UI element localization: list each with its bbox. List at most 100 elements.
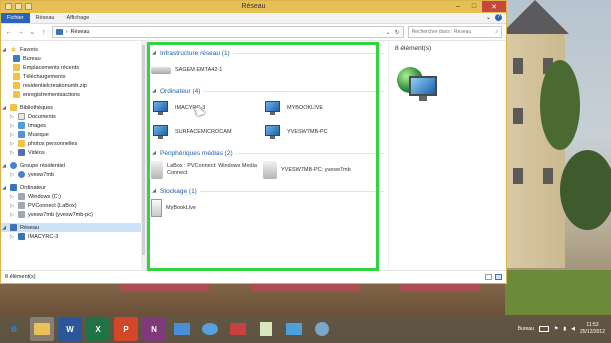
nav-item-recordings[interactable]: enregistrementsactions (1, 90, 146, 99)
network-tray-icon[interactable]: ▮ (563, 326, 566, 332)
nav-item-photos[interactable]: ▷ photos personnelles (1, 139, 146, 148)
group-header-infrastructure[interactable]: ◢ Infrastructure réseau (1) (151, 48, 384, 58)
minimize-button[interactable]: – (450, 1, 466, 12)
nav-item-videos[interactable]: ▷ Vidéos (1, 148, 146, 157)
nav-item-documents[interactable]: ▷ Documents (1, 112, 146, 121)
maximize-button[interactable]: □ (466, 1, 482, 12)
window-title: Réseau (241, 3, 266, 10)
file-explorer-icon[interactable] (30, 317, 54, 341)
status-item-count: 8 élément(s) (5, 274, 36, 280)
storage-mybooklive[interactable]: MyBookLive (151, 196, 263, 220)
nav-item-zip[interactable]: residentielcreationumb.zip (1, 81, 146, 90)
group-header-stockage[interactable]: ◢ Stockage (1) (151, 186, 384, 196)
up-button[interactable]: ↑ (40, 28, 48, 36)
photos-folder-icon (18, 140, 25, 147)
clock[interactable]: 11:53 25/12/2012 (580, 322, 605, 336)
media-app-icon[interactable] (226, 317, 250, 341)
excel-icon[interactable]: X (86, 317, 110, 341)
network-globe-icon (397, 67, 439, 109)
nav-item-downloads[interactable]: Téléchargements (1, 72, 146, 81)
group-header-ordinateur[interactable]: ◢ Ordinateur (4) (151, 86, 384, 96)
router-icon (151, 66, 171, 74)
help-icon[interactable]: ? (495, 14, 502, 21)
expand-ribbon-icon[interactable]: ⌄ (486, 14, 491, 21)
volume-icon[interactable]: ◀ (571, 326, 575, 332)
device-surfacemicrocam[interactable]: SURFACEMICROCAM (151, 120, 263, 144)
recent-places-icon (13, 64, 20, 71)
nav-item-bureau[interactable]: Bureau (1, 54, 146, 63)
computer-icon (263, 124, 283, 140)
media-labox[interactable]: LaBox : PVConnect: Windows Media Connect (151, 158, 263, 182)
powerpoint-icon[interactable]: P (114, 317, 138, 341)
desktop-toolbar-label[interactable]: Bureau (518, 326, 534, 332)
nav-favoris[interactable]: ◢ Favoris (1, 45, 146, 54)
nav-scrollbar[interactable] (141, 41, 146, 271)
media-device-icon (263, 161, 277, 179)
nav-item-images[interactable]: ▷ Images (1, 121, 146, 130)
details-item-count: 8 élément(s) (395, 45, 432, 52)
explorer-body: ◢ Favoris Bureau Emplacements récents Tél… (1, 41, 506, 271)
nav-item-windows-c[interactable]: ▷ Windows (C:) (1, 192, 146, 201)
nav-item-yvesw7mb[interactable]: ▷ yvesw7mb (1, 170, 146, 179)
keyboard-icon[interactable] (538, 326, 549, 332)
nav-reseau[interactable]: ◢ Réseau (1, 223, 146, 232)
paint-icon[interactable] (282, 317, 306, 341)
search-icon[interactable]: ⌕ (495, 29, 498, 35)
forward-button[interactable]: → (17, 28, 25, 36)
details-pane: 8 élément(s) (388, 41, 506, 271)
device-imacyrc[interactable]: IMACYRC-3 (151, 96, 263, 120)
network-icon[interactable] (198, 317, 222, 341)
videos-icon (18, 149, 25, 156)
search-placeholder: Rechercher dans : Réseau (411, 29, 472, 35)
tab-fichier[interactable]: Fichier (1, 13, 30, 23)
pictures-icon (18, 122, 25, 129)
drive-icon (18, 193, 25, 200)
nav-ordinateur[interactable]: ◢ Ordinateur (1, 183, 146, 192)
explorer-window: Réseau – □ ✕ Fichier Réseau Affichage ⌄ … (0, 0, 507, 284)
nav-item-yvesw7mb-pc[interactable]: ▷ yvesw7mb (yvesw7mb-pc) (1, 210, 146, 219)
address-row: ← → ⌄ ↑ › Réseau ⌄ ↻ Rechercher dans : R… (1, 24, 506, 41)
close-button[interactable]: ✕ (482, 1, 506, 12)
star-icon (10, 46, 17, 53)
storage-icon (151, 199, 162, 217)
libraries-icon (10, 104, 17, 111)
back-button[interactable]: ← (5, 28, 13, 36)
large-icons-view-icon[interactable] (495, 274, 502, 280)
settings-icon[interactable] (310, 317, 334, 341)
group-header-peripheriques[interactable]: ◢ Périphériques médias (2) (151, 148, 384, 158)
internet-explorer-icon[interactable]: e (2, 317, 26, 341)
word-icon[interactable]: W (58, 317, 82, 341)
search-input[interactable]: Rechercher dans : Réseau ⌕ (407, 26, 502, 38)
recent-locations-button[interactable]: ⌄ (28, 28, 36, 36)
device-mybooklive[interactable]: MYBOOKLIVE (263, 96, 375, 120)
network-icon (10, 224, 17, 231)
zip-folder-icon (13, 82, 20, 89)
notepad-icon[interactable] (254, 317, 278, 341)
network-drive-icon (18, 202, 25, 209)
nav-groupe-residentiel[interactable]: ◢ Groupe résidentiel (1, 161, 146, 170)
address-bar[interactable]: › Réseau ⌄ ↻ (51, 26, 404, 38)
nav-item-recent[interactable]: Emplacements récents (1, 63, 146, 72)
device-yvesw7mb-pc[interactable]: YVESW7MB-PC (263, 120, 375, 144)
nav-item-music[interactable]: ▷ Musique (1, 130, 146, 139)
flag-icon[interactable]: ⚑ (554, 326, 558, 332)
homegroup-icon (10, 162, 17, 169)
computer-icon (263, 100, 283, 116)
onenote-icon[interactable]: N (142, 317, 166, 341)
refresh-icon[interactable]: ↻ (395, 29, 400, 36)
folder-icon (13, 91, 20, 98)
nav-bibliotheques[interactable]: ◢ Bibliothèques (1, 103, 146, 112)
tab-reseau[interactable]: Réseau (30, 13, 61, 23)
ribbon-tabs: Fichier Réseau Affichage ⌄ ? (1, 13, 506, 24)
computer-icon (151, 124, 171, 140)
device-sagem[interactable]: SAGEM EMTA42-1 (151, 58, 263, 82)
nav-item-imacyrc[interactable]: ▷ IMACYRC-3 (1, 232, 146, 241)
breadcrumb[interactable]: Réseau (71, 29, 90, 35)
remote-desktop-icon[interactable] (170, 317, 194, 341)
media-yvesw7mb[interactable]: YVESW7MB-PC: yvesw7mb (263, 158, 375, 182)
nav-item-pvconnect[interactable]: ▷ PVConnect (LaBox) (1, 201, 146, 210)
address-dropdown-icon[interactable]: ⌄ (386, 29, 391, 36)
tab-affichage[interactable]: Affichage (60, 13, 95, 23)
details-view-icon[interactable] (485, 274, 492, 280)
desktop-icon (13, 55, 20, 62)
